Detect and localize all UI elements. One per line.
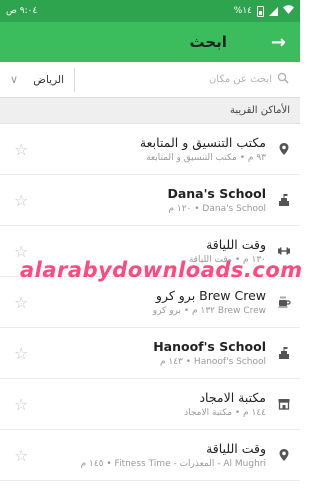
store-icon — [276, 396, 292, 412]
place-subtitle: ١٢٠ م • Dana's School — [168, 204, 266, 214]
search-icon[interactable] — [276, 72, 290, 88]
star-icon[interactable]: ☆ — [14, 344, 36, 363]
dumbbell-icon — [276, 243, 292, 259]
place-text: Dana's School ١٢٠ م • Dana's School — [36, 186, 276, 214]
app-bar: ابحث → — [0, 22, 300, 62]
city-selector[interactable]: الرياض — [24, 74, 68, 86]
status-icons: %١٤ — [234, 5, 294, 17]
star-icon[interactable]: ☆ — [14, 293, 36, 312]
page-title: ابحث — [189, 33, 227, 51]
place-subtitle: ١٤٥ م • Fitness Time - المعذرات - Al Mug… — [80, 459, 266, 469]
place-title: وقت اللياقة — [206, 441, 266, 456]
star-icon[interactable]: ☆ — [14, 191, 36, 210]
list-item[interactable]: ☆ Dana's School ١٢٠ م • Dana's School — [0, 175, 300, 226]
star-icon[interactable]: ☆ — [14, 395, 36, 414]
place-text: وقت اللياقة ١٤٥ م • Fitness Time - المعذر… — [36, 441, 276, 469]
star-icon[interactable]: ☆ — [14, 242, 36, 261]
battery-percent: %١٤ — [233, 6, 252, 16]
place-subtitle: ١٣٠ م • وقت اللياقة — [188, 255, 266, 265]
list-item[interactable]: ☆ وقت اللياقة ١٤٥ م • Fitness Time - المعذ… — [0, 430, 300, 481]
place-title: مكتب التنسيق و المتابعة — [139, 135, 266, 150]
section-header-nearby: الأماكن القريبة — [0, 98, 300, 124]
location-pin-icon — [276, 141, 292, 157]
star-icon[interactable]: ☆ — [14, 140, 36, 159]
place-title: برو كرو Brew Crew — [155, 288, 266, 303]
star-icon[interactable]: ☆ — [14, 446, 36, 465]
place-subtitle: ١٤٣ م • Hanoof's School — [159, 357, 266, 367]
school-icon — [276, 345, 292, 361]
place-text: وقت اللياقة ١٣٠ م • وقت اللياقة — [36, 237, 276, 265]
battery-icon — [257, 5, 264, 17]
coffee-cup-icon — [276, 294, 292, 310]
divider — [74, 67, 75, 92]
status-time: ٩:٠٤ ص — [6, 6, 38, 16]
chevron-down-icon[interactable]: ∨ — [10, 73, 24, 86]
status-bar: ٩:٠٤ ص %١٤ — [0, 0, 300, 22]
arrow-right-icon[interactable]: → — [271, 32, 286, 53]
status-left: ٩:٠٤ ص — [6, 6, 37, 16]
place-subtitle: ٩٣ م • مكتب التنسيق و المتابعة — [146, 153, 266, 163]
location-pin-icon — [276, 447, 292, 463]
list-item[interactable]: ☆ مكتب التنسيق و المتابعة ٩٣ م • مكتب التن… — [0, 124, 300, 175]
place-subtitle: ١٤٤ م • مكتبة الامجاد — [184, 408, 266, 418]
place-text: برو كرو Brew Crew ١٣٢ م • برو كرو Brew Cr… — [36, 288, 276, 316]
search-input[interactable] — [81, 74, 272, 85]
school-icon — [276, 192, 292, 208]
list-item[interactable]: ☆ برو كرو Brew Crew ١٣٢ م • برو كرو Brew C… — [0, 277, 300, 328]
search-bar: ∨ الرياض — [0, 62, 300, 98]
place-title: Dana's School — [167, 186, 266, 201]
place-subtitle: ١٣٢ م • برو كرو Brew Crew — [152, 306, 266, 316]
place-text: Hanoof's School ١٤٣ م • Hanoof's School — [36, 339, 276, 367]
place-title: Hanoof's School — [153, 339, 266, 354]
list-item[interactable]: ☆ مكتبة الامجاد ١٤٤ م • مكتبة الامجاد — [0, 379, 300, 430]
wifi-icon — [283, 5, 294, 17]
list-item[interactable]: ☆ وقت اللياقة ١٣٠ م • وقت اللياقة — [0, 226, 300, 277]
list-item[interactable]: ☆ Hanoof's School ١٤٣ م • Hanoof's School — [0, 328, 300, 379]
place-title: مكتبة الامجاد — [199, 390, 266, 405]
signal-icon — [269, 6, 278, 16]
places-list: ☆ مكتب التنسيق و المتابعة ٩٣ م • مكتب التن… — [0, 124, 300, 481]
place-title: وقت اللياقة — [206, 237, 266, 252]
place-text: مكتب التنسيق و المتابعة ٩٣ م • مكتب التنس… — [36, 135, 276, 163]
place-text: مكتبة الامجاد ١٤٤ م • مكتبة الامجاد — [36, 390, 276, 418]
